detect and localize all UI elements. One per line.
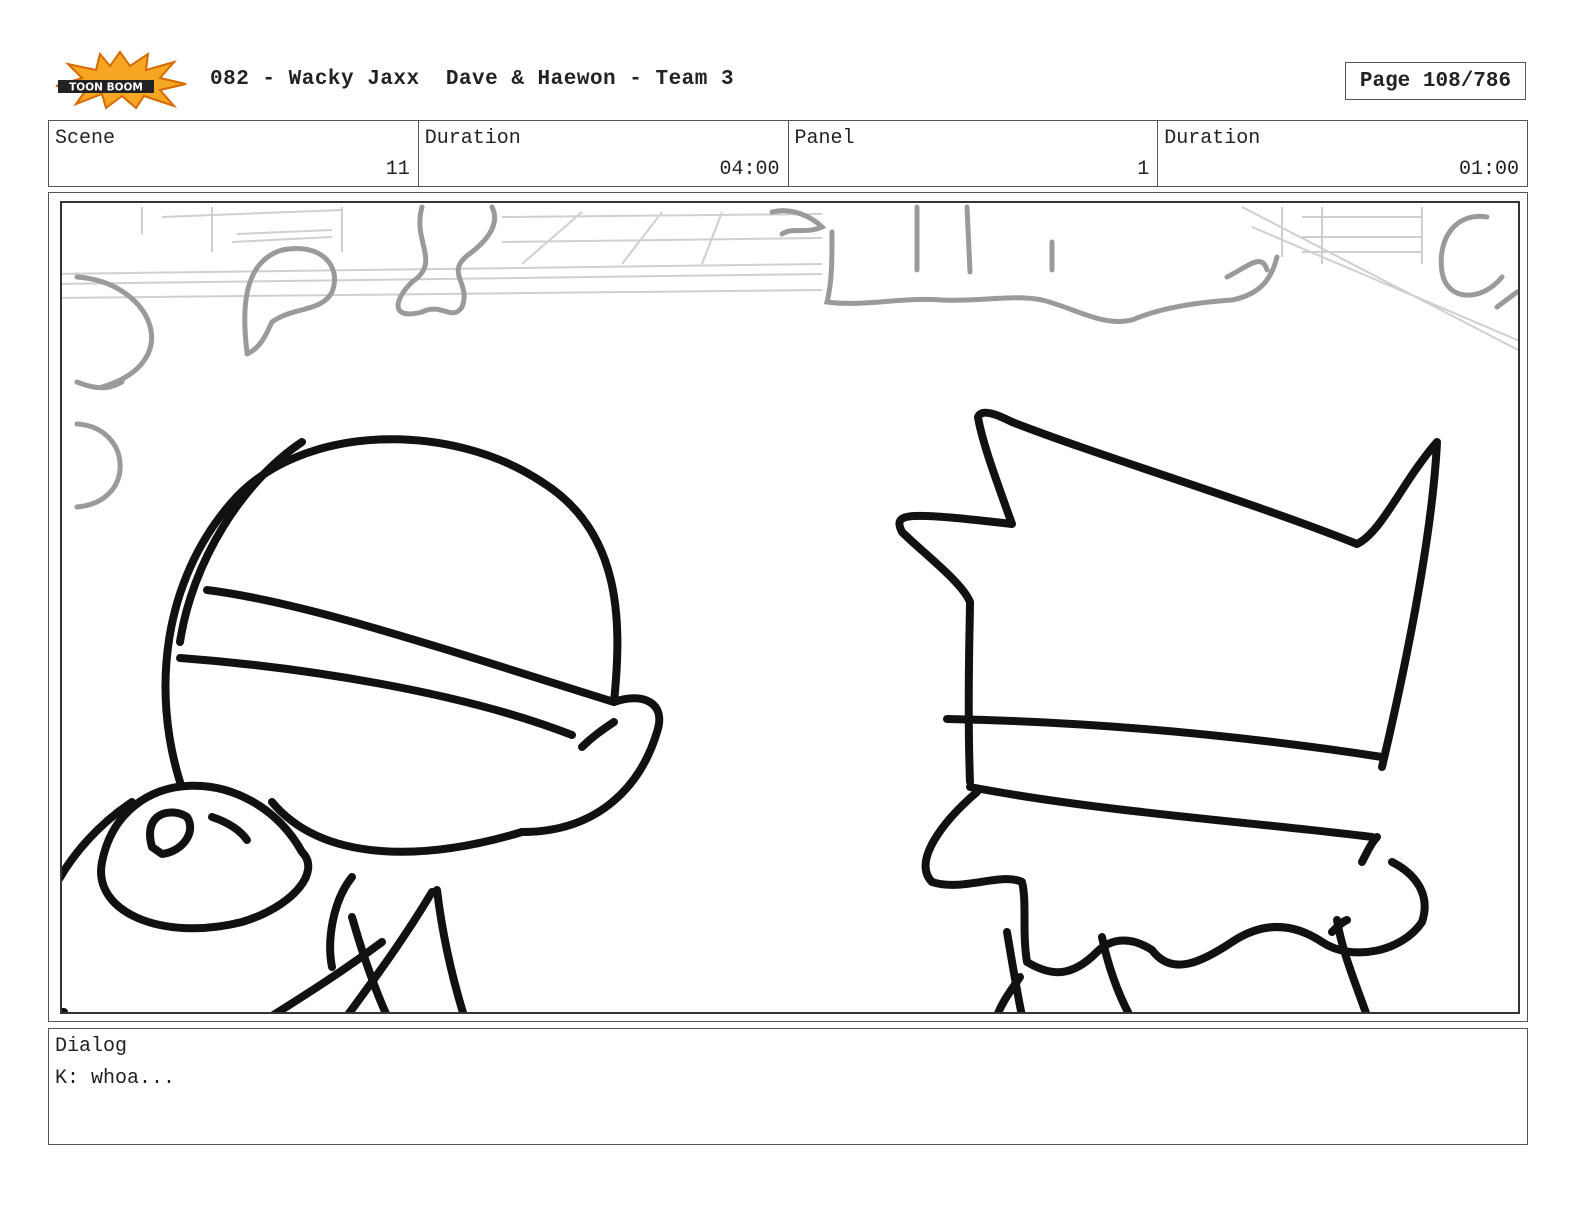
panel-label: Panel bbox=[794, 127, 855, 150]
scene-duration-value: 04:00 bbox=[719, 158, 780, 181]
panel-duration-label: Duration bbox=[1164, 127, 1261, 150]
dialog-box: Dialog K: whoa... bbox=[48, 1028, 1528, 1145]
scene-duration-cell: Duration 04:00 bbox=[419, 121, 789, 186]
scene-label: Scene bbox=[55, 127, 116, 150]
panel-value: 1 bbox=[1137, 158, 1150, 181]
panel-cell: Panel 1 bbox=[789, 121, 1159, 186]
panel-info-row: Scene 11 Duration 04:00 Panel 1 Duration… bbox=[48, 120, 1528, 187]
storyboard-panel-image bbox=[60, 201, 1520, 1014]
dialog-label: Dialog bbox=[55, 1035, 128, 1058]
dialog-text: K: whoa... bbox=[55, 1067, 176, 1090]
character-right-sketch bbox=[895, 408, 1441, 1012]
scene-value: 11 bbox=[385, 158, 410, 181]
panel-duration-value: 01:00 bbox=[1458, 158, 1519, 181]
logo-text: TOON BOOM bbox=[69, 82, 143, 94]
toon-boom-logo: TOON BOOM bbox=[52, 50, 188, 110]
panel-duration-cell: Duration 01:00 bbox=[1158, 121, 1527, 186]
storyboard-title: 082 - Wacky Jaxx Dave & Haewon - Team 3 bbox=[210, 68, 735, 91]
scene-duration-label: Duration bbox=[424, 127, 521, 150]
page-number: Page 108/786 bbox=[1345, 62, 1526, 100]
scene-cell: Scene 11 bbox=[49, 121, 419, 186]
character-left-sketch bbox=[62, 435, 664, 1012]
